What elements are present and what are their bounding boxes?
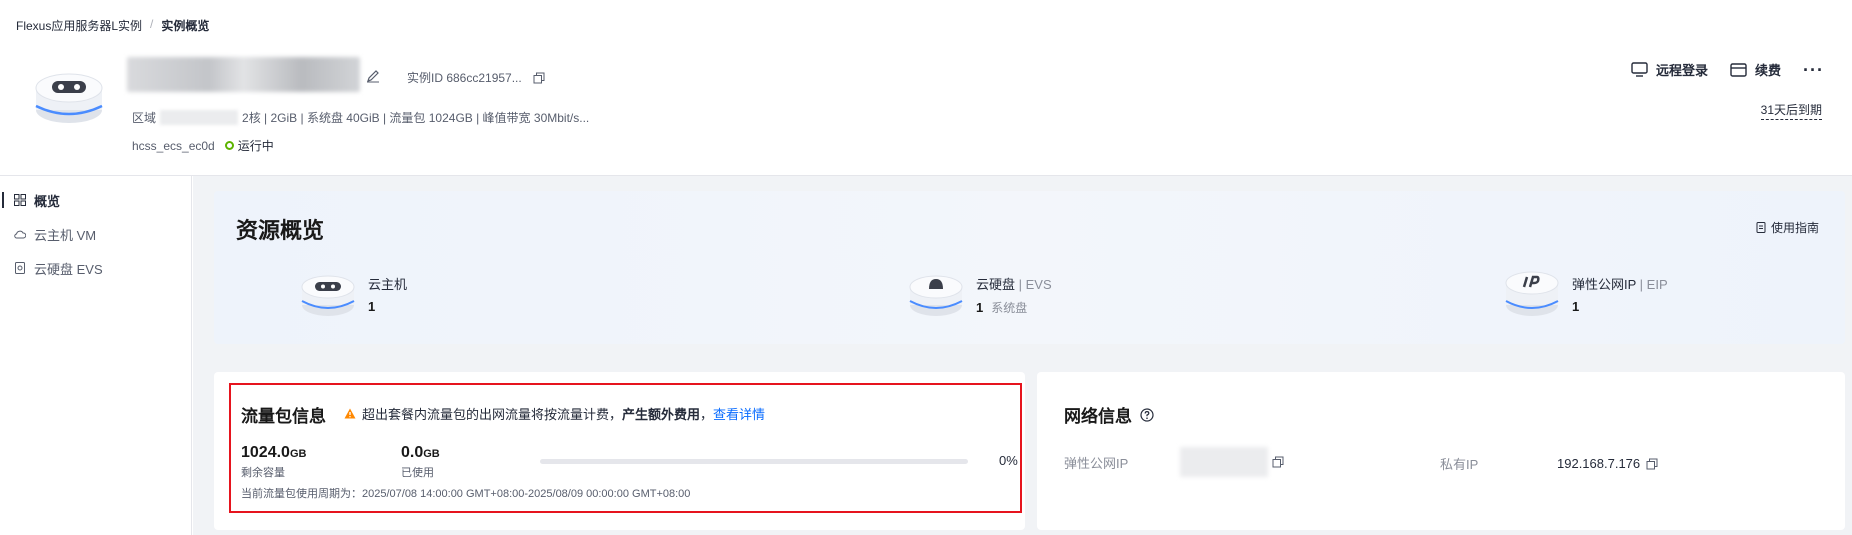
- resource-vm-count: 1: [368, 299, 376, 314]
- document-icon: [1756, 222, 1766, 233]
- instance-id-text: 实例ID 686cc21957...: [407, 71, 522, 85]
- evs-illustration: [909, 275, 963, 316]
- network-info-card: 网络信息 弹性公网IP 私有IP 192.168.7.176: [1037, 372, 1845, 530]
- resource-evs-count: 1 系统盘: [976, 300, 1028, 315]
- network-title: 网络信息: [1064, 402, 1154, 427]
- network-title-text: 网络信息: [1064, 407, 1132, 426]
- warning-emphasis: 产生额外费用: [622, 407, 701, 422]
- card-icon: [1730, 62, 1747, 77]
- sidebar-item-label: 云硬盘 EVS: [34, 261, 103, 277]
- resource-vm[interactable]: 云主机 1: [300, 267, 407, 319]
- status-badge: 运行中: [224, 137, 274, 154]
- instance-name-redacted: [127, 57, 360, 92]
- overview-title: 资源概览: [236, 218, 325, 243]
- copy-icon[interactable]: [1272, 456, 1284, 468]
- edit-icon[interactable]: [366, 69, 380, 83]
- warning-icon: [344, 408, 356, 419]
- remote-login-button[interactable]: 远程登录: [1631, 60, 1708, 79]
- eip-row: 弹性公网IP: [1064, 447, 1284, 477]
- more-options-icon[interactable]: ···: [1803, 61, 1824, 79]
- remaining-capacity: 1024.0GB 剩余容量: [241, 444, 306, 480]
- traffic-title: 流量包信息: [241, 407, 326, 426]
- private-ip-value: 192.168.7.176: [1557, 456, 1641, 471]
- grid-icon: [14, 194, 26, 206]
- region-label: 区域: [132, 111, 157, 125]
- resource-vm-name: 云主机: [368, 277, 408, 292]
- status-text: 运行中: [237, 139, 274, 153]
- instance-id: 实例ID 686cc21957...: [407, 69, 545, 86]
- usage-period: 当前流量包使用周期为：2025/07/08 14:00:00 GMT+08:00…: [241, 488, 691, 500]
- private-ip-row: 私有IP 192.168.7.176: [1440, 454, 1658, 473]
- usage-guide-label: 使用指南: [1770, 221, 1819, 235]
- breadcrumb-parent-link[interactable]: Flexus应用服务器L实例: [16, 17, 142, 34]
- hostname: hcss_ecs_ec0d: [132, 138, 215, 153]
- instance-specs: 2核 | 2GiB | 系统盘 40GiB | 流量包 1024GB | 峰值带…: [242, 111, 590, 125]
- vm-illustration: [301, 275, 355, 316]
- monitor-icon: [1631, 62, 1648, 77]
- resource-evs-name: 云硬盘 | EVS: [976, 277, 1052, 292]
- region-value-redacted: [160, 110, 239, 125]
- instance-spec-row: 区域 2核 | 2GiB | 系统盘 40GiB | 流量包 1024GB | …: [132, 109, 589, 126]
- expire-info[interactable]: 31天后到期: [1760, 101, 1822, 120]
- resource-evs[interactable]: 云硬盘 | EVS 1 系统盘: [908, 267, 1052, 319]
- warning-text: 超出套餐内流量包的出网流量将按流量计费，: [362, 407, 623, 422]
- disk-icon: [15, 262, 25, 274]
- eip-label: 弹性公网IP: [1064, 455, 1129, 471]
- sidebar-item-evs[interactable]: 云硬盘 EVS: [0, 251, 192, 285]
- resource-eip-count: 1: [1572, 299, 1580, 314]
- warning-separator: ，: [700, 407, 714, 422]
- resource-overview-panel: 资源概览 使用指南 云主机 1 云硬盘 | EVS 1 系统盘 弹性公网IP |…: [214, 191, 1845, 344]
- breadcrumb: Flexus应用服务器L实例 / 实例概览: [16, 17, 209, 34]
- sidebar-item-label: 概览: [34, 193, 61, 209]
- used-label: 已使用: [401, 467, 434, 479]
- traffic-warning: 超出套餐内流量包的出网流量将按流量计费，产生额外费用，查看详情: [344, 404, 765, 423]
- usage-percent: 0%: [999, 453, 1018, 468]
- main-content: 资源概览 使用指南 云主机 1 云硬盘 | EVS 1 系统盘 弹性公网IP |…: [193, 176, 1852, 535]
- cloud-icon: [14, 230, 26, 239]
- eip-illustration: [1505, 271, 1559, 316]
- breadcrumb-separator: /: [150, 17, 154, 31]
- used-unit: GB: [423, 448, 440, 460]
- sidebar-item-label: 云主机 VM: [34, 227, 97, 243]
- breadcrumb-current: 实例概览: [161, 19, 210, 33]
- instance-status-row: hcss_ecs_ec0d 运行中: [132, 137, 274, 154]
- remaining-label: 剩余容量: [241, 467, 285, 479]
- remote-login-label: 远程登录: [1655, 63, 1708, 78]
- resource-eip[interactable]: 弹性公网IP | EIP 1: [1504, 267, 1668, 319]
- used-capacity: 0.0GB 已使用: [401, 444, 440, 480]
- sidebar: 概览 云主机 VM 云硬盘 EVS: [0, 176, 192, 535]
- help-icon[interactable]: [1140, 407, 1154, 422]
- renew-button[interactable]: 续费: [1730, 60, 1781, 79]
- header-actions: 远程登录 续费 ···: [1631, 60, 1824, 79]
- remaining-unit: GB: [289, 448, 307, 460]
- highlight-box: 流量包信息 超出套餐内流量包的出网流量将按流量计费，产生额外费用，查看详情 10…: [229, 383, 1022, 513]
- server-illustration: [35, 73, 103, 123]
- renew-label: 续费: [1755, 63, 1782, 78]
- view-details-link[interactable]: 查看详情: [713, 407, 765, 422]
- private-ip-label: 私有IP: [1440, 457, 1479, 472]
- sidebar-item-vm[interactable]: 云主机 VM: [0, 217, 192, 251]
- remaining-value: 1024.0: [241, 444, 290, 461]
- instance-header: Flexus应用服务器L实例 / 实例概览 实例ID 686cc21957...…: [0, 0, 1852, 175]
- copy-icon[interactable]: [533, 72, 545, 84]
- copy-icon[interactable]: [1646, 458, 1658, 470]
- resource-eip-name: 弹性公网IP | EIP: [1572, 277, 1668, 292]
- used-value: 0.0: [401, 444, 424, 461]
- status-dot-icon: [224, 141, 234, 150]
- usage-guide-link[interactable]: 使用指南: [1756, 219, 1819, 236]
- usage-progress-bar: [540, 459, 968, 464]
- traffic-package-card: 流量包信息 超出套餐内流量包的出网流量将按流量计费，产生额外费用，查看详情 10…: [214, 372, 1025, 530]
- eip-value-redacted: [1180, 447, 1268, 477]
- sidebar-item-overview[interactable]: 概览: [0, 183, 192, 217]
